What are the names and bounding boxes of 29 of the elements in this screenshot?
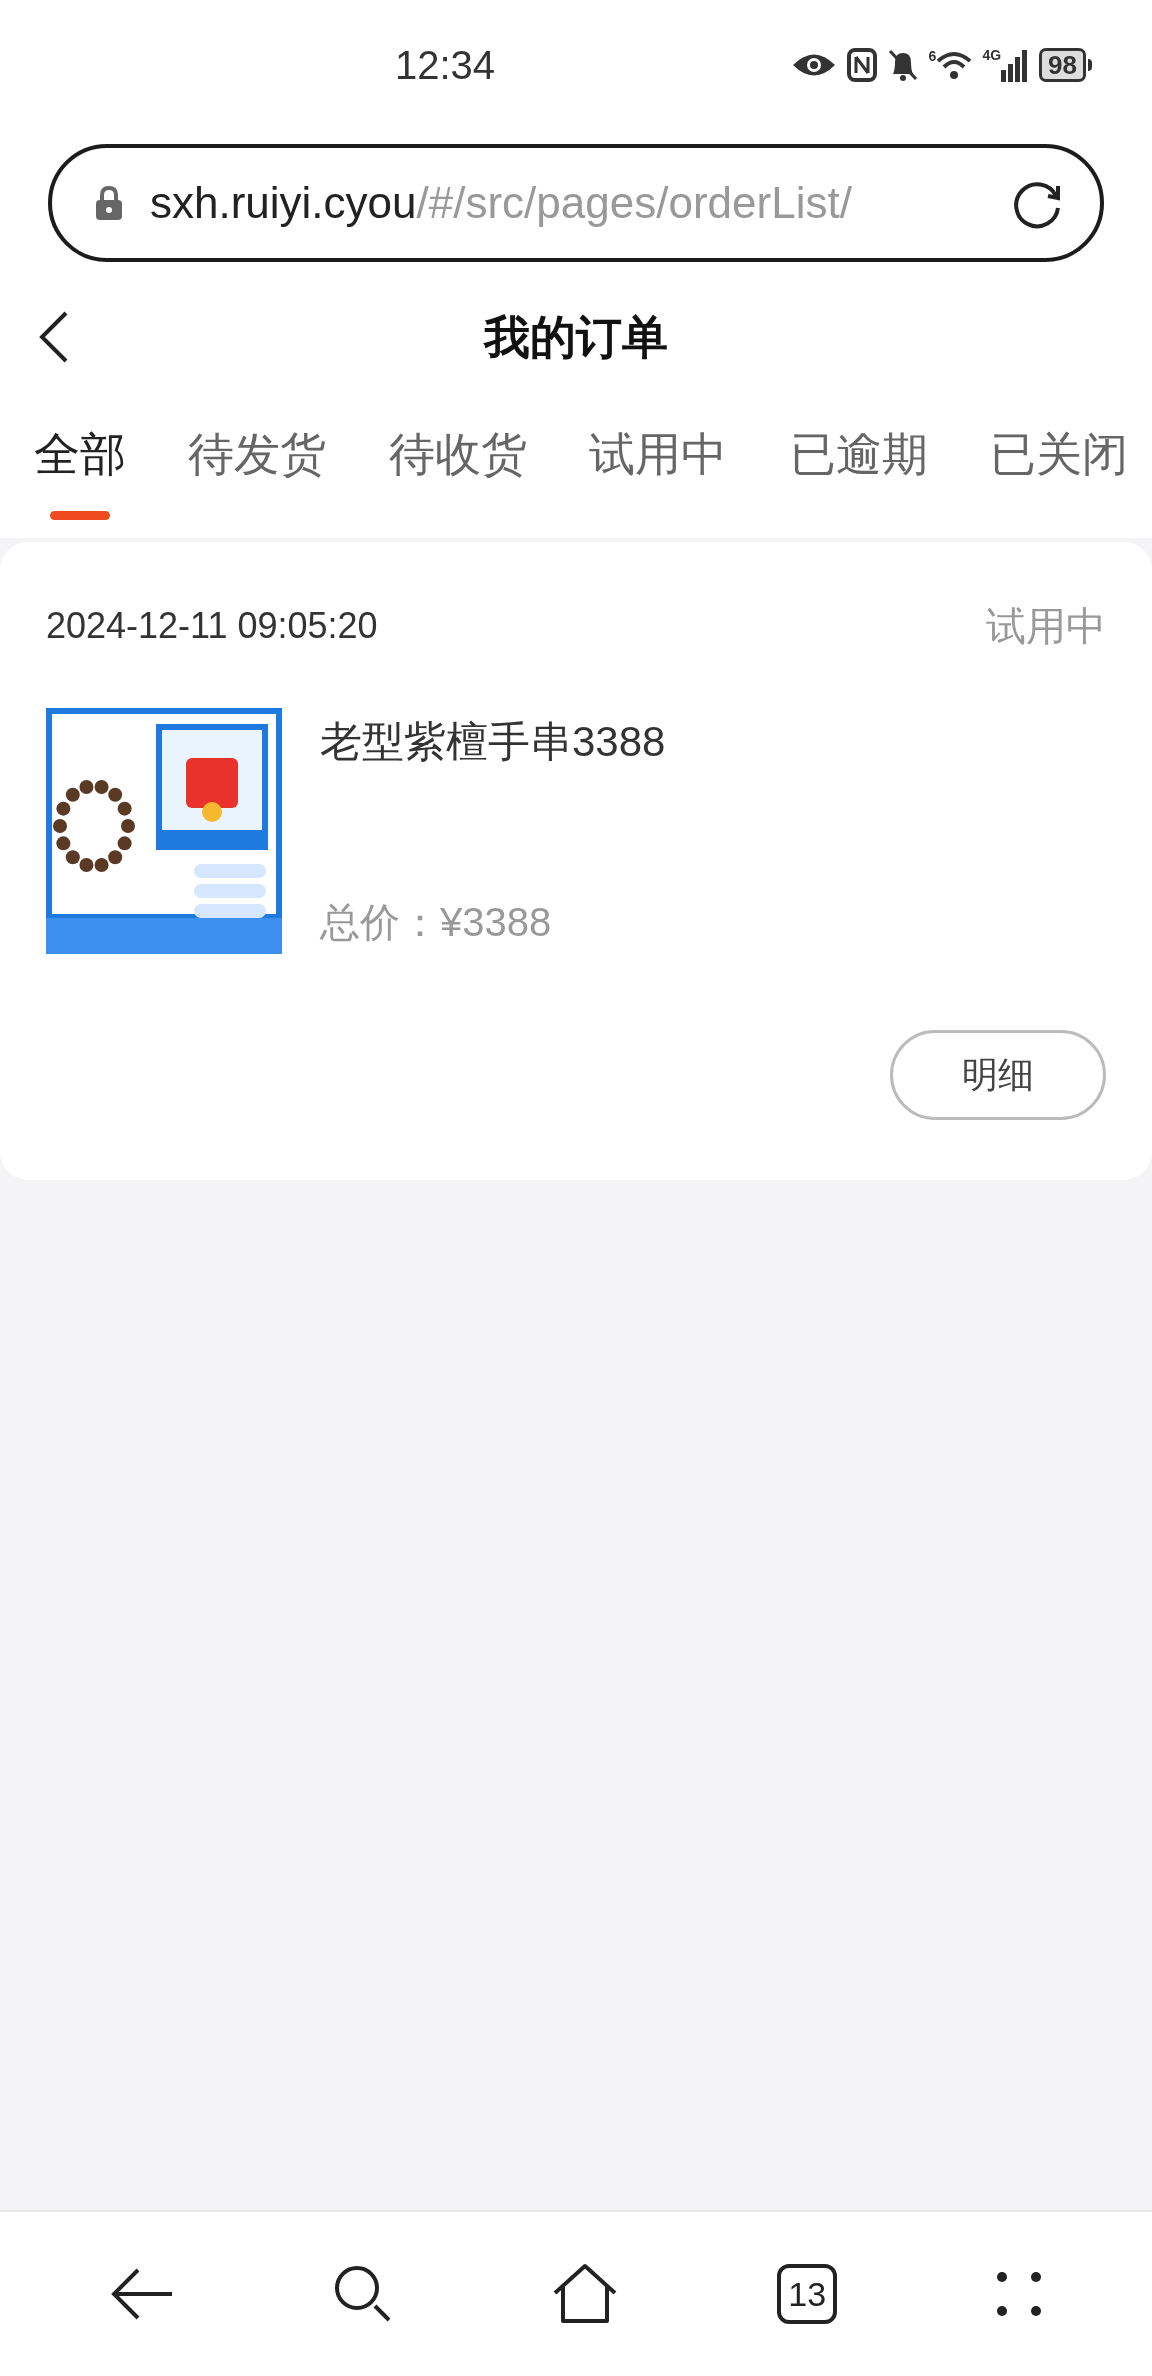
order-tab[interactable]: 待收货	[388, 412, 527, 534]
total-price: 总价：¥3388	[320, 899, 553, 946]
order-tab[interactable]: 已关闭	[989, 412, 1128, 534]
order-tab[interactable]: 全部	[34, 412, 126, 534]
order-tab[interactable]: 已逾期	[789, 412, 928, 534]
signal-icon	[1001, 48, 1030, 82]
clock: 12:34	[395, 42, 496, 89]
network-label: 4G	[982, 48, 1002, 62]
order-tab[interactable]: 待发货	[188, 412, 327, 534]
page-title: 我的订单	[484, 309, 668, 365]
order-time: 2024-12-11 09:05:20	[46, 604, 378, 648]
nfc-icon	[846, 48, 877, 82]
details-button[interactable]: 明细	[890, 1030, 1106, 1120]
home-icon[interactable]	[551, 2263, 618, 2325]
order-tab[interactable]: 试用中	[589, 412, 728, 534]
tab-count-button[interactable]: 13	[777, 2264, 838, 2324]
address-bar[interactable]: sxh.ruiyi.cyou/#/src/pages/orderList/	[48, 144, 1104, 262]
battery-tip-icon	[1088, 59, 1092, 71]
wifi-icon	[936, 49, 973, 81]
battery-level: 98	[1039, 48, 1086, 82]
more-icon[interactable]	[996, 2271, 1043, 2317]
order-status: 试用中	[986, 603, 1106, 650]
product-name: 老型紫檀手串3388	[320, 717, 666, 767]
url-text: sxh.ruiyi.cyou/#/src/pages/orderList/	[150, 177, 852, 229]
back-arrow-icon[interactable]	[109, 2266, 174, 2322]
search-icon[interactable]	[332, 2264, 393, 2324]
wifi-standard-label: 6	[928, 49, 937, 63]
muted-bell-icon	[886, 48, 919, 82]
lock-icon	[94, 185, 124, 221]
